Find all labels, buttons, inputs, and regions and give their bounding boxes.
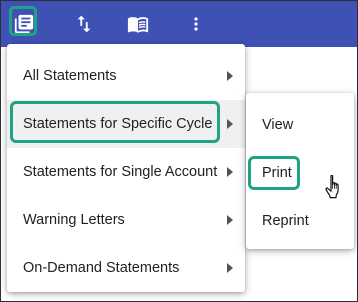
sort-button[interactable] [67, 1, 101, 47]
menu-item-specific-cycle[interactable]: Statements for Specific Cycle [7, 100, 245, 148]
menu-item-single-account[interactable]: Statements for Single Account [7, 148, 245, 196]
app-window: All Statements Statements for Specific C… [0, 0, 358, 302]
chevron-right-icon [227, 167, 233, 177]
more-vert-icon [186, 13, 206, 35]
chevron-right-icon [227, 71, 233, 81]
menu-item-label: All Statements [23, 68, 117, 84]
menu-item-all-statements[interactable]: All Statements [7, 52, 245, 100]
statements-menu: All Statements Statements for Specific C… [7, 44, 245, 292]
book-icon [126, 13, 150, 35]
top-toolbar [1, 1, 357, 47]
menu-item-label: On-Demand Statements [23, 260, 180, 276]
more-options-button[interactable] [181, 1, 211, 47]
sort-icon [73, 13, 95, 35]
menu-item-on-demand[interactable]: On-Demand Statements [7, 244, 245, 292]
chevron-right-icon [227, 119, 233, 129]
submenu-item-label: View [262, 117, 294, 133]
chevron-right-icon [227, 263, 233, 273]
menu-item-label: Warning Letters [23, 212, 125, 228]
menu-item-label: Statements for Specific Cycle [23, 116, 213, 132]
hand-cursor-icon [324, 174, 346, 200]
book-button[interactable] [121, 1, 155, 47]
statements-button[interactable] [7, 1, 41, 47]
statements-button-highlight [9, 6, 37, 36]
menu-item-warning-letters[interactable]: Warning Letters [7, 196, 245, 244]
chevron-right-icon [227, 215, 233, 225]
submenu-item-label: Print [262, 165, 292, 181]
menu-item-label: Statements for Single Account [23, 164, 218, 180]
submenu-item-view[interactable]: View [246, 101, 354, 149]
submenu-item-reprint[interactable]: Reprint [246, 197, 354, 245]
submenu-item-label: Reprint [262, 213, 309, 229]
cycle-submenu: View Print Reprint [246, 93, 354, 249]
